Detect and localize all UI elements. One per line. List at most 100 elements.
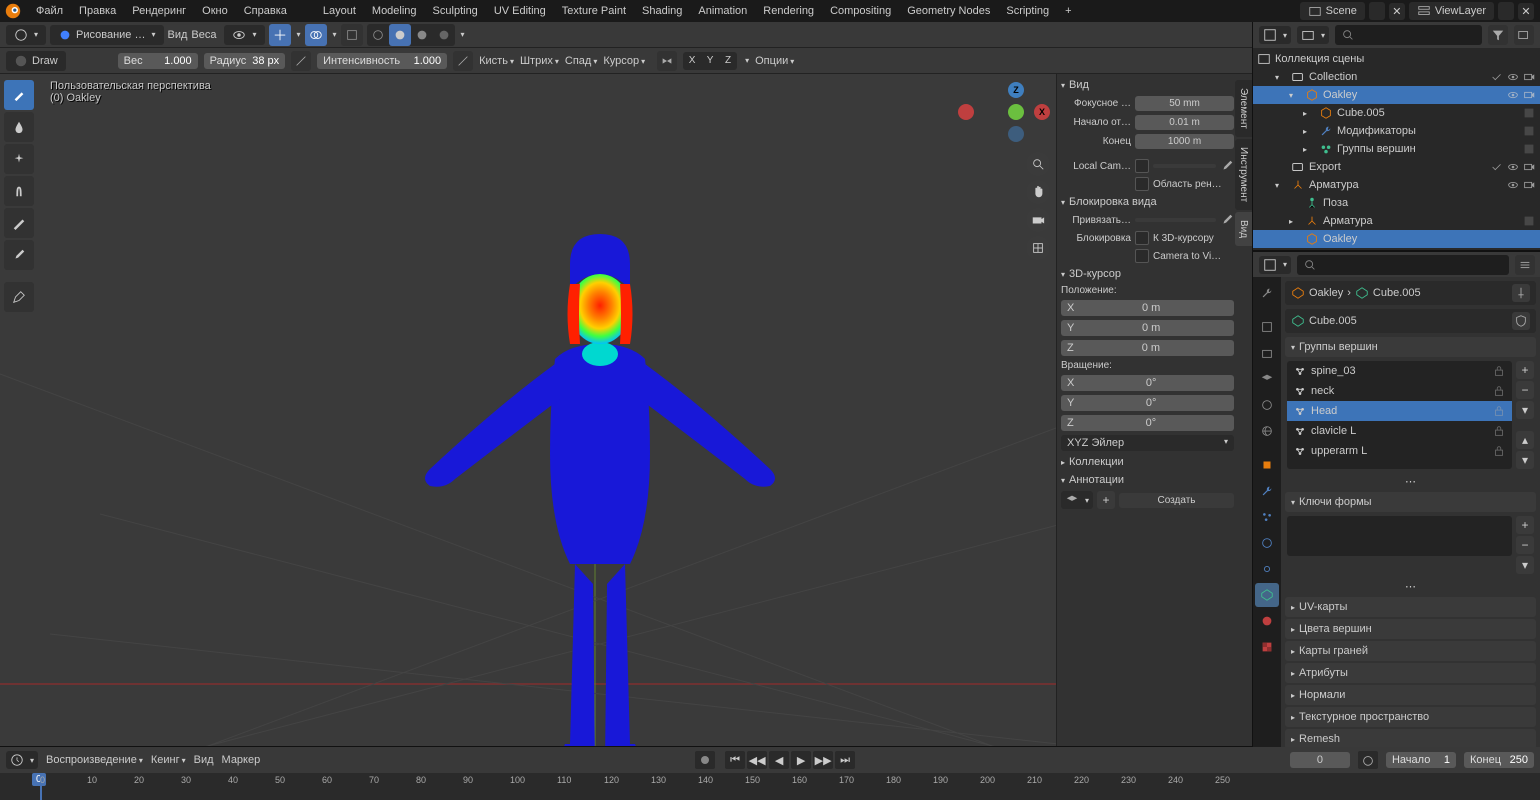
eyedropper-icon[interactable] [1220,159,1234,173]
timeline-ruler[interactable]: 0 01020304050607080901001101201301401501… [0,773,1540,800]
check-icon[interactable] [1490,160,1504,174]
start-frame-field[interactable]: Начало1 [1386,752,1456,768]
mirror-y[interactable]: Y [701,52,719,70]
brush-menu-brush[interactable]: Кисть▾ [479,55,514,67]
npanel-lock-header[interactable]: Блокировка вида [1061,193,1234,211]
proptab-world[interactable] [1255,419,1279,443]
lock-icon[interactable] [1492,424,1506,438]
outliner-row[interactable]: ▸Арматура [1253,212,1540,230]
disclosure-triangle[interactable]: ▾ [1289,91,1301,100]
renderregion-checkbox[interactable] [1135,177,1149,191]
properties-type-dropdown[interactable]: ▾ [1259,256,1291,274]
cursor-rz-field[interactable]: Z0° [1061,415,1234,431]
proptab-scene[interactable] [1255,393,1279,417]
proptab-particles[interactable] [1255,505,1279,529]
cursor-x-field[interactable]: X0 m [1061,300,1234,316]
play-reverse-button[interactable]: ◀ [769,751,789,769]
mirror-x[interactable]: X [683,52,701,70]
lock-cursor-checkbox[interactable] [1135,231,1149,245]
strength-pressure-toggle[interactable] [453,51,473,71]
workspace-rendering[interactable]: Rendering [755,0,822,22]
overlay-toggle[interactable] [305,24,327,46]
brush-preset-dropdown[interactable]: Draw [6,51,66,71]
vg-list-grip[interactable]: ⋯ [1285,473,1536,490]
outliner-tree[interactable]: Коллекция сцены ▾Collection▾Oakley▸Cube.… [1253,48,1540,250]
jump-end-button[interactable]: ⏭ [835,751,855,769]
proptab-modifier[interactable] [1255,479,1279,503]
vertex-group-item[interactable]: neck [1287,381,1512,401]
outliner-new-collection-button[interactable] [1514,25,1534,45]
lock-icon[interactable] [1492,384,1506,398]
render-icon[interactable] [1522,178,1536,192]
workspace-modeling[interactable]: Modeling [364,0,425,22]
focal-field[interactable]: 50 mm [1135,96,1234,111]
scene-selector[interactable]: Scene [1300,2,1365,20]
lock-icon[interactable] [1492,444,1506,458]
snap-field[interactable] [1135,218,1216,222]
tl-menu-playback[interactable]: Воспроизведение▾ [46,754,143,766]
mode-dropdown[interactable]: Рисование … ▾ [50,25,163,45]
camera-button[interactable] [1026,208,1050,232]
editor-type-dropdown[interactable]: ▾ [6,25,46,45]
sk-add-button[interactable]: + [1516,516,1534,534]
brush-menu-cursor[interactable]: Курсор▾ [603,55,645,67]
disclosure-triangle[interactable]: ▸ [1303,109,1315,118]
strength-field[interactable]: Интенсивность 1.000 [317,53,447,69]
pan-button[interactable] [1026,180,1050,204]
sk-remove-button[interactable]: − [1516,536,1534,554]
outliner-row[interactable]: ▸Группы вершин [1253,140,1540,158]
menu-window[interactable]: Окно [194,0,236,22]
eye-icon[interactable] [1506,160,1520,174]
localcam-field[interactable] [1153,164,1216,168]
shape-keys-list[interactable] [1287,516,1512,556]
workspace-compositing[interactable]: Compositing [822,0,899,22]
mirror-dropdown[interactable]: ▾ [745,56,749,65]
proptab-render[interactable] [1255,315,1279,339]
vp-menu-view[interactable]: Вид [168,29,188,41]
end-frame-field[interactable]: Конец250 [1464,752,1534,768]
normals-header[interactable]: Нормали [1285,685,1536,705]
menu-help[interactable]: Справка [236,0,295,22]
tool-draw[interactable] [4,80,34,110]
lock-camera-checkbox[interactable] [1135,249,1149,263]
zoom-button[interactable] [1026,152,1050,176]
radius-pressure-toggle[interactable] [291,51,311,71]
vertex-groups-list[interactable]: spine_03neckHeadclavicle Lupperarm L [1287,361,1512,469]
uv-maps-header[interactable]: UV-карты [1285,597,1536,617]
annotation-create-button[interactable]: Создать [1119,493,1234,508]
disclosure-triangle[interactable]: ▾ [1275,73,1287,82]
proptab-material[interactable] [1255,609,1279,633]
pin-button[interactable] [1512,284,1530,302]
workspace-layout[interactable]: Layout [315,0,364,22]
outliner-display-dropdown[interactable]: ▾ [1297,26,1329,44]
annotation-add-button[interactable]: + [1097,491,1115,509]
menu-file[interactable]: Файл [28,0,71,22]
add-workspace-button[interactable]: + [1057,0,1079,22]
shading-wireframe[interactable] [367,24,389,46]
3d-viewport[interactable]: Пользовательская перспектива (0) Oakley … [0,74,1252,746]
eye-icon[interactable] [1506,88,1520,102]
xray-toggle[interactable] [341,24,363,46]
gizmo-dropdown[interactable]: ▾ [297,30,301,39]
vg-add-button[interactable]: + [1516,361,1534,379]
lock-icon[interactable] [1492,364,1506,378]
sk-list-grip[interactable]: ⋯ [1285,578,1536,595]
current-frame-field[interactable]: 0 [1290,752,1350,768]
workspace-shading[interactable]: Shading [634,0,690,22]
vp-menu-weights[interactable]: Веса [191,29,216,41]
outliner-type-dropdown[interactable]: ▾ [1259,26,1291,44]
gizmo-x[interactable]: X [1034,104,1050,120]
proptab-output[interactable] [1255,341,1279,365]
delete-viewlayer-button[interactable]: ✕ [1518,3,1534,20]
eye-icon[interactable] [1506,70,1520,84]
overlay-dropdown[interactable]: ▾ [333,30,337,39]
gizmo-toggle[interactable] [269,24,291,46]
proptab-texture[interactable] [1255,635,1279,659]
mesh-users-button[interactable] [1512,312,1530,330]
eye-icon[interactable] [1506,178,1520,192]
mirror-z[interactable]: Z [719,52,737,70]
new-viewlayer-button[interactable] [1498,2,1514,20]
npanel-cursor-header[interactable]: 3D-курсор [1061,265,1234,283]
ntab-item[interactable]: Элемент [1235,80,1252,137]
proptab-tool[interactable] [1255,281,1279,305]
